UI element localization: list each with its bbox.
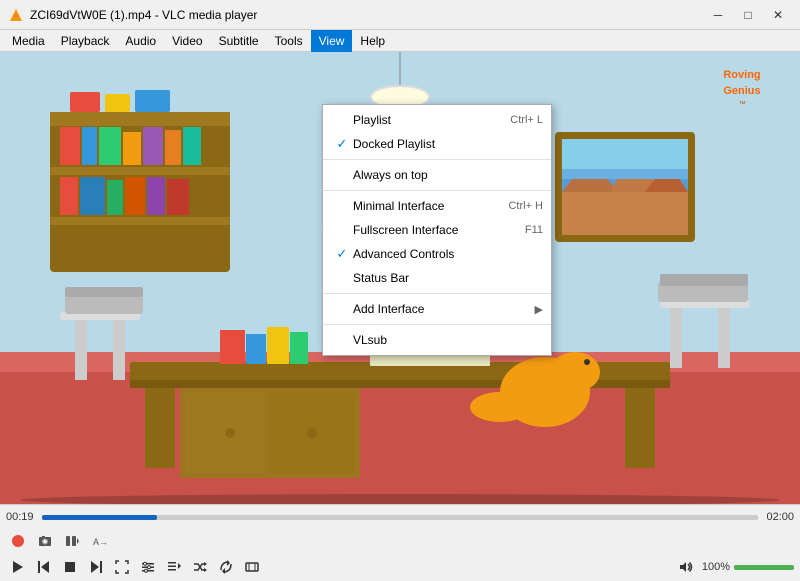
minimize-button[interactable]: ─ [704,5,732,25]
menu-item-fullscreen-interface[interactable]: Fullscreen Interface F11 [323,218,551,242]
progress-section: 00:19 02:00 [0,505,800,529]
stop-button[interactable] [58,556,82,578]
show-playlist-button[interactable] [162,556,186,578]
volume-bar[interactable] [734,565,794,570]
svg-text:Roving: Roving [723,69,760,81]
menu-item-vlsub[interactable]: VLsub [323,328,551,352]
main-playback-controls: 100% [0,553,800,581]
menu-playback[interactable]: Playback [53,30,118,52]
maximize-button[interactable]: □ [734,5,762,25]
fullscreen-interface-label: Fullscreen Interface [353,223,525,237]
separator-3 [323,293,551,294]
svg-text:A→B: A→B [93,537,106,547]
menu-item-advanced-controls[interactable]: ✓ Advanced Controls [323,242,551,266]
separator-4 [323,324,551,325]
status-bar-label: Status Bar [353,271,543,285]
menu-tools[interactable]: Tools [267,30,311,52]
menu-view[interactable]: View [311,30,353,52]
menu-item-playlist[interactable]: Playlist Ctrl+ L [323,108,551,132]
vlsub-label: VLsub [353,333,543,347]
title-bar: ZCI69dVtW0E (1).mp4 - VLC media player ─… [0,0,800,30]
minimal-interface-shortcut: Ctrl+ H [508,200,543,212]
docked-playlist-check: ✓ [331,136,353,152]
menu-help[interactable]: Help [352,30,393,52]
video-area: Roving Genius ™ Playlist Ctrl+ L ✓ Docke… [0,52,800,504]
add-interface-arrow: ▶ [535,303,543,316]
random-button[interactable] [188,556,212,578]
docked-playlist-label: Docked Playlist [353,137,543,151]
playlist-label: Playlist [353,113,510,127]
view-dropdown-menu: Playlist Ctrl+ L ✓ Docked Playlist Alway… [322,104,552,356]
ab-loop-icon: A→B [92,534,106,548]
snapshot-button[interactable] [33,530,57,552]
menu-video[interactable]: Video [164,30,210,52]
add-interface-label: Add Interface [353,302,535,316]
prev-icon [37,560,51,574]
vlc-icon [8,7,24,23]
snapshot-icon [38,534,52,548]
stop-icon [63,560,77,574]
current-time: 00:19 [6,511,36,523]
frame-advance-button[interactable] [60,530,84,552]
advanced-controls-check: ✓ [331,246,353,262]
show-playlist-icon [167,560,181,574]
ab-loop-button[interactable]: A→B [87,530,111,552]
fullscreen-interface-shortcut: F11 [525,224,543,236]
fullscreen-button[interactable] [110,556,134,578]
menu-item-docked-playlist[interactable]: ✓ Docked Playlist [323,132,551,156]
volume-icon-button[interactable] [674,556,698,578]
menu-audio[interactable]: Audio [117,30,164,52]
menu-item-always-on-top[interactable]: Always on top [323,163,551,187]
window-controls: ─ □ ✕ [704,5,792,25]
volume-fill [734,565,794,570]
play-icon [11,560,25,574]
play-button[interactable] [6,556,30,578]
extended-settings-icon [141,560,155,574]
menu-item-add-interface[interactable]: Add Interface ▶ [323,297,551,321]
frame-advance-icon [65,534,79,548]
minimal-interface-label: Minimal Interface [353,199,508,213]
volume-percent: 100% [702,561,730,573]
svg-text:™: ™ [739,101,746,108]
volume-icon [679,560,693,574]
menu-item-minimal-interface[interactable]: Minimal Interface Ctrl+ H [323,194,551,218]
separator-2 [323,190,551,191]
prev-button[interactable] [32,556,56,578]
next-icon [89,560,103,574]
menu-media[interactable]: Media [4,30,53,52]
roving-genius-logo: Roving Genius ™ [692,60,792,113]
always-on-top-label: Always on top [353,168,543,182]
progress-fill [42,515,157,520]
volume-area: 100% [674,556,794,578]
controls-bar: 00:19 02:00 [0,504,800,581]
menu-subtitle[interactable]: Subtitle [211,30,267,52]
close-button[interactable]: ✕ [764,5,792,25]
playlist-shortcut: Ctrl+ L [510,114,543,126]
menu-item-status-bar[interactable]: Status Bar [323,266,551,290]
random-icon [193,560,207,574]
progress-bar[interactable] [42,515,758,520]
aspect-ratio-icon [245,560,259,574]
record-button[interactable] [6,530,30,552]
advanced-controls-label: Advanced Controls [353,247,543,261]
total-time: 02:00 [764,511,794,523]
loop-icon [219,560,233,574]
extended-settings-button[interactable] [136,556,160,578]
svg-text:Genius: Genius [723,85,760,97]
fullscreen-icon [115,560,129,574]
window-title: ZCI69dVtW0E (1).mp4 - VLC media player [30,8,704,22]
advanced-controls-row: A→B [0,529,800,553]
next-button[interactable] [84,556,108,578]
menu-bar: Media Playback Audio Video Subtitle Tool… [0,30,800,52]
separator-1 [323,159,551,160]
loop-button[interactable] [214,556,238,578]
aspect-ratio-button[interactable] [240,556,264,578]
record-icon [11,534,25,548]
